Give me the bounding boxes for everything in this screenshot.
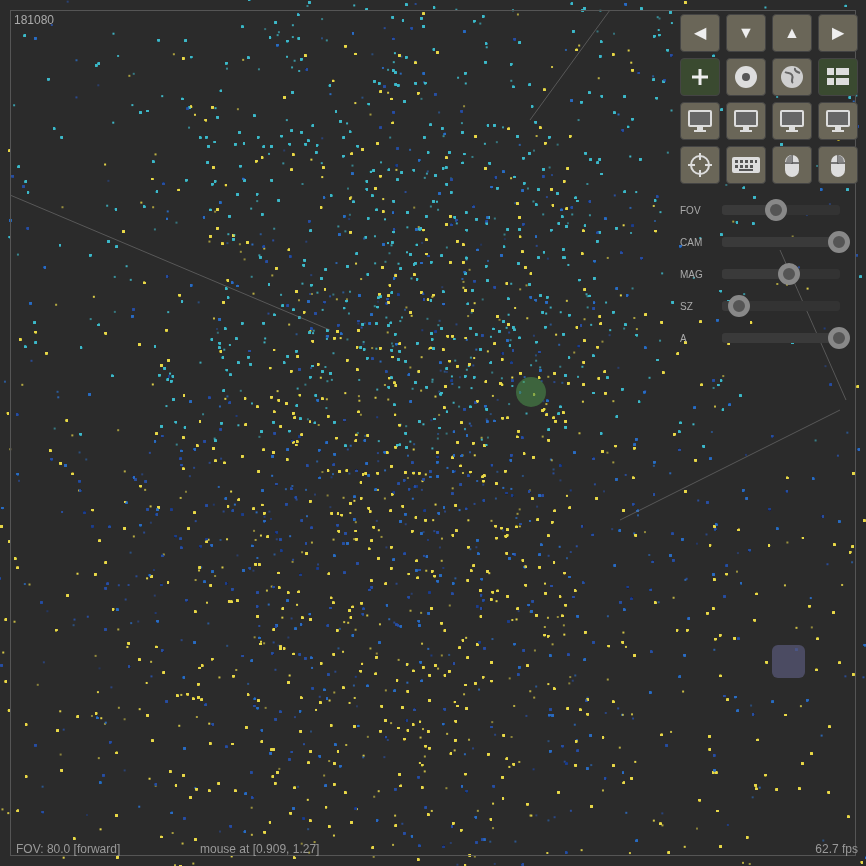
focus-marker[interactable] [516,377,546,407]
point-count: 181080 [14,11,54,29]
slider-knob[interactable] [828,231,850,253]
slider-label: MAG [680,267,722,282]
slider-track[interactable] [722,333,840,343]
slider-knob[interactable] [728,295,750,317]
slider-track[interactable] [722,205,840,215]
globe-icon [779,64,805,90]
slider-label: FOV [680,203,722,218]
arrow-icon: ◀ [694,25,706,41]
fps-status: 62.7 fps [815,840,858,858]
slider-row: SZ [680,290,858,322]
slider-label: CAM [680,235,722,250]
button-grid: ◀ ▼ ▲ ▶ [680,14,858,184]
view-status: FOV: 80.0 [forward] [16,840,200,858]
slider-knob[interactable] [828,327,850,349]
target-icon [687,152,713,178]
slider-track[interactable] [722,237,840,247]
mouse-right-button[interactable] [818,146,858,184]
slider-fill [722,205,777,215]
slider-list: FOV CAM MAG SZ A [680,194,858,354]
status-bar: FOV: 80.0 [forward] mouse at [0.909, 1.2… [16,840,858,858]
arrow-button[interactable]: ▼ [726,14,766,52]
monitor-button[interactable] [818,102,858,140]
list-button[interactable] [818,58,858,96]
slider-row: A [680,322,858,354]
mouse-right-icon [828,151,848,179]
monitor-icon [824,108,852,134]
slider-knob[interactable] [778,263,800,285]
monitor-button[interactable] [726,102,766,140]
selection-box[interactable] [772,645,805,678]
arrow-button[interactable]: ▶ [818,14,858,52]
globe-button[interactable] [772,58,812,96]
slider-fill [722,237,840,247]
arrow-icon: ▲ [784,25,800,41]
monitor-icon [778,108,806,134]
slider-track[interactable] [722,269,840,279]
disc-button[interactable] [726,58,766,96]
slider-fill [722,301,740,311]
arrow-button[interactable]: ▲ [772,14,812,52]
keyboard-icon [731,155,761,175]
slider-label: SZ [680,299,722,314]
slider-row: FOV [680,194,858,226]
mouse-left-icon [782,151,802,179]
plus-icon [689,66,711,88]
monitor-icon [732,108,760,134]
slider-row: MAG [680,258,858,290]
mouse-left-button[interactable] [772,146,812,184]
plus-button[interactable] [680,58,720,96]
slider-track[interactable] [722,301,840,311]
arrow-icon: ▶ [832,25,844,41]
keyboard-button[interactable] [726,146,766,184]
mouse-status: mouse at [0.909, 1.27] [200,840,815,858]
monitor-button[interactable] [680,102,720,140]
slider-fill [722,269,790,279]
monitor-button[interactable] [772,102,812,140]
monitor-icon [686,108,714,134]
slider-knob[interactable] [765,199,787,221]
arrow-icon: ▼ [738,25,754,41]
list-icon [825,66,851,88]
target-button[interactable] [680,146,720,184]
slider-fill [722,333,840,343]
disc-icon [733,64,759,90]
control-panel: ◀ ▼ ▲ ▶ FOV CAM MAG SZ A [680,14,858,354]
slider-row: CAM [680,226,858,258]
arrow-button[interactable]: ◀ [680,14,720,52]
slider-label: A [680,331,722,346]
